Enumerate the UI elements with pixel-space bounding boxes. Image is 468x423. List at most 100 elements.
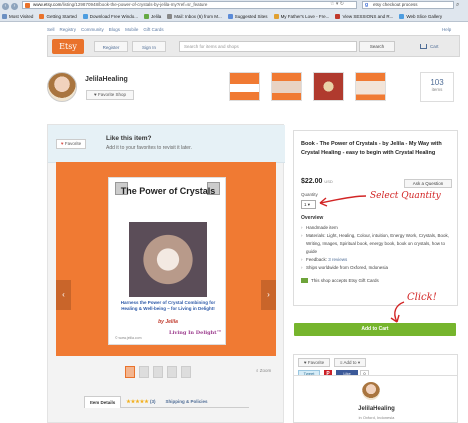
etsy-search-input[interactable]: Search for items and shops <box>179 41 357 52</box>
prev-image-button[interactable]: ‹ <box>56 280 71 310</box>
bookmark-item[interactable]: Getting Started <box>39 14 77 19</box>
top-link-community[interactable]: Community <box>81 27 104 32</box>
tab-shipping-policies[interactable]: Shipping & Policies <box>160 396 212 408</box>
price-value: $22.00 <box>301 178 323 185</box>
bookmark-label: Mail: Inbox (6) from M... <box>174 14 222 19</box>
bookmark-item[interactable]: Mail: Inbox (6) from M... <box>167 14 222 19</box>
favorite-shop-button[interactable]: ♥ Favorite Shop <box>86 90 134 100</box>
help-link[interactable]: Help <box>442 27 451 32</box>
add-to-cart-button[interactable]: Add to Cart <box>294 323 456 336</box>
bookmark-icon <box>82 14 88 19</box>
top-link-registry[interactable]: Registry <box>60 27 77 32</box>
top-link-mobile[interactable]: Mobile <box>125 27 138 32</box>
book-brand: Living In Delight™ <box>169 330 222 336</box>
favorite-shop-label: Favorite Shop <box>97 92 126 97</box>
bookmark-item[interactable]: Suggested Sites <box>227 14 268 19</box>
browser-search-field[interactable]: g etsy checkout process <box>362 1 454 9</box>
bookmark-item[interactable]: Jelila <box>144 14 161 19</box>
overview-item: Ships worldwide from Oxfored, Indonesia <box>301 264 453 272</box>
bookmark-label: Download Free Windo... <box>89 14 138 19</box>
next-image-button[interactable]: › <box>261 280 276 310</box>
shop-item-count[interactable]: 103 items <box>420 72 454 102</box>
bookmark-icon <box>2 14 7 19</box>
bookmarks-bar: Most Visited Getting Started Download Fr… <box>0 12 468 21</box>
bookmark-item[interactable]: Most Visited <box>2 14 33 19</box>
shop-thumbnails <box>229 72 397 101</box>
ask-question-button[interactable]: Ask a Question <box>404 179 452 188</box>
image-thumb[interactable] <box>167 366 177 378</box>
bookmark-item[interactable]: Web Slice Gallery <box>399 14 442 19</box>
book-cover-photo <box>129 222 207 297</box>
bookmark-label: Suggested Sites <box>234 14 268 19</box>
url-path: /listing/129870948/book-the-power-of-cry… <box>61 2 208 7</box>
google-icon: g <box>365 2 369 8</box>
image-thumb[interactable] <box>125 366 135 378</box>
quantity-select[interactable]: 1 ▾ <box>301 200 316 209</box>
gift-card-text: This shop accepts Etsy Gift Cards <box>311 278 379 283</box>
seller-avatar[interactable] <box>362 382 380 400</box>
seller-location: in Oxford, Indonesia <box>358 415 395 420</box>
etsy-top-links: Sell Registry Community Blogs Mobile Gift Car… <box>47 27 169 32</box>
cart-link[interactable]: Cart <box>420 41 458 52</box>
etsy-favicon-icon <box>25 3 30 8</box>
bookmark-star-icon[interactable]: ☆ ▾ ↻ <box>330 1 344 7</box>
image-thumb[interactable] <box>153 366 163 378</box>
search-magnifier-icon[interactable]: ⌕ <box>456 2 459 9</box>
top-link-sell[interactable]: Sell <box>47 27 55 32</box>
back-button[interactable]: ‹ <box>2 2 9 10</box>
etsy-search-button[interactable]: Search <box>359 41 395 52</box>
tab-item-details[interactable]: Item Details <box>84 396 122 408</box>
select-quantity-annotation: Select Quantity <box>370 191 441 201</box>
gift-card-icon <box>301 278 308 284</box>
seller-name[interactable]: JelilaHealing <box>294 406 459 412</box>
address-bar[interactable]: www.etsy.com/listing/129870948/book-the-… <box>22 1 357 9</box>
shop-avatar[interactable] <box>47 72 77 102</box>
overview-item: Handmade item <box>301 224 453 232</box>
book-title: The Power of Crystals <box>120 186 216 196</box>
favorite-button[interactable]: ♥ Favorite <box>298 358 330 367</box>
book-author: by Jelila <box>158 319 178 325</box>
gift-card-note: This shop accepts Etsy Gift Cards <box>301 278 379 284</box>
add-to-label: Add to <box>343 360 357 365</box>
register-button[interactable]: Register <box>94 41 128 52</box>
feedback-reviews-link[interactable]: 3 reviews <box>328 257 347 262</box>
overview-item-feedback: Feedback: 3 reviews <box>301 256 453 264</box>
overview-heading: Overview <box>301 215 324 221</box>
book-url: © www.jelila.com <box>115 336 142 340</box>
product-details-box: Book - The Power of Crystals - by Jelila… <box>293 130 458 306</box>
tab-reviews[interactable]: ★★★★★ (3) <box>121 396 160 408</box>
shop-thumbnail[interactable] <box>355 72 386 101</box>
sign-in-button[interactable]: Sign In <box>132 41 166 52</box>
shop-name[interactable]: JelilaHealing <box>85 76 128 83</box>
overview-list: Handmade item Materials: Light, Healing,… <box>301 224 453 272</box>
book-cover-image[interactable]: The Power of Crystals Harness the Power … <box>108 177 226 345</box>
url-host: www.etsy.com <box>33 2 62 7</box>
heart-icon: ♥ <box>60 141 64 146</box>
favorite-label: Favorite <box>307 360 325 365</box>
seller-info-box: JelilaHealing in Oxford, Indonesia <box>293 375 458 423</box>
forward-button[interactable]: › <box>11 2 18 10</box>
favorite-item-button[interactable]: ♥ Favorite <box>56 139 86 149</box>
image-thumb[interactable] <box>181 366 191 378</box>
product-price: $22.00 USD <box>301 178 333 185</box>
browser-search-value: etsy checkout process <box>373 2 418 7</box>
etsy-logo[interactable]: Etsy <box>52 39 84 54</box>
book-subtitle: Harness the Power of Crystal Combining f… <box>120 300 216 311</box>
shop-thumbnail[interactable] <box>313 72 344 101</box>
shop-thumbnail[interactable] <box>271 72 302 101</box>
bookmark-item[interactable]: View SESSIONS and R... <box>335 14 393 19</box>
listing-image-viewer: ‹ › The Power of Crystals Harness the Po… <box>56 162 276 356</box>
image-thumb[interactable] <box>139 366 149 378</box>
rating-stars-icon: ★★★★★ <box>126 399 149 405</box>
bookmark-icon <box>335 14 341 19</box>
top-link-blogs[interactable]: Blogs <box>109 27 120 32</box>
shop-thumbnail[interactable] <box>229 72 260 101</box>
top-link-gift-cards[interactable]: Gift Cards <box>143 27 163 32</box>
add-to-list-button[interactable]: ≡ Add to ▾ <box>334 358 366 367</box>
reviews-count: (3) <box>149 399 156 404</box>
zoom-link[interactable]: ⌕ Zoom <box>256 368 271 373</box>
cart-icon <box>420 44 427 50</box>
bookmark-item[interactable]: My Father's Love - Fre... <box>273 14 329 19</box>
item-count-number: 103 <box>430 78 444 87</box>
bookmark-item[interactable]: Download Free Windo... <box>82 14 138 19</box>
